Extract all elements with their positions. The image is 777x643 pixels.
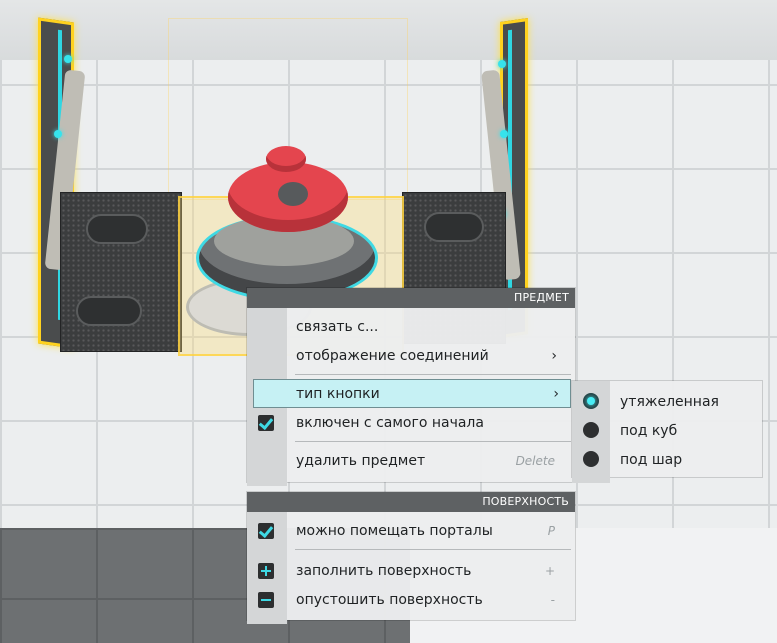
menu-item-connection-display[interactable]: отображение соединений › xyxy=(247,341,575,370)
menu-item-label: заполнить поверхность xyxy=(296,562,472,579)
radio-icon[interactable] xyxy=(583,422,599,438)
led-light xyxy=(64,55,72,63)
checkbox-checked-icon[interactable] xyxy=(258,415,274,431)
option-sphere[interactable]: под шар xyxy=(572,445,762,474)
radio-selected-icon[interactable] xyxy=(583,393,599,409)
menu-item-label: опустошить поверхность xyxy=(296,591,483,608)
menu-separator xyxy=(295,549,571,550)
menu-separator xyxy=(295,441,571,442)
chevron-right-icon: › xyxy=(553,385,559,402)
surface-context-menu: ПОВЕРХНОСТЬ можно помещать порталы P зап… xyxy=(247,492,575,624)
item-menu-header: ПРЕДМЕТ xyxy=(247,288,575,308)
menu-item-label: удалить предмет xyxy=(296,452,426,469)
led-light xyxy=(500,130,508,138)
menu-item-label: можно помещать порталы xyxy=(296,522,493,539)
grate-slot xyxy=(76,296,142,326)
surface-menu-body: можно помещать порталы P заполнить повер… xyxy=(247,512,575,624)
menu-item-label: включен с самого начала xyxy=(296,414,484,431)
menu-item-label: отображение соединений xyxy=(296,347,489,364)
led-light xyxy=(54,130,62,138)
led-light xyxy=(498,60,506,68)
menu-item-fill-surface[interactable]: заполнить поверхность + xyxy=(247,556,575,585)
menu-item-delete-item[interactable]: удалить предмет Delete xyxy=(247,446,575,475)
shortcut-hint: Delete xyxy=(515,453,555,468)
plus-icon xyxy=(258,563,274,579)
menu-separator xyxy=(295,374,571,375)
minus-icon xyxy=(258,592,274,608)
shortcut-hint: P xyxy=(547,523,555,538)
menu-item-label: тип кнопки xyxy=(296,385,380,402)
item-menu-body: связать с... отображение соединений › ти… xyxy=(247,308,575,486)
option-weighted[interactable]: утяжеленная xyxy=(572,387,762,416)
submenu-body: утяжеленная под куб под шар xyxy=(572,381,762,483)
checkbox-checked-icon[interactable] xyxy=(258,523,274,539)
shortcut-hint: - xyxy=(550,592,555,607)
option-cube[interactable]: под куб xyxy=(572,416,762,445)
menu-item-enabled-from-start[interactable]: включен с самого начала xyxy=(247,408,575,437)
menu-item-button-type[interactable]: тип кнопки › xyxy=(253,379,571,408)
surface-menu-header: ПОВЕРХНОСТЬ xyxy=(247,492,575,512)
option-label: под куб xyxy=(620,422,678,439)
button-type-submenu: утяжеленная под куб под шар xyxy=(572,381,762,483)
item-context-menu: ПРЕДМЕТ связать с... отображение соедине… xyxy=(247,288,575,486)
menu-item-allow-portals[interactable]: можно помещать порталы P xyxy=(247,516,575,545)
menu-item-empty-surface[interactable]: опустошить поверхность - xyxy=(247,585,575,614)
chevron-right-icon: › xyxy=(551,347,557,364)
menu-item-label: связать с... xyxy=(296,318,379,335)
button-center xyxy=(278,182,308,206)
option-label: под шар xyxy=(620,451,683,468)
radio-icon[interactable] xyxy=(583,451,599,467)
shortcut-hint: + xyxy=(544,563,555,578)
option-label: утяжеленная xyxy=(620,393,719,410)
grate-slot xyxy=(424,212,484,242)
grate-slot xyxy=(86,214,148,244)
menu-item-link-with[interactable]: связать с... xyxy=(247,312,575,341)
button-cap xyxy=(266,146,306,172)
